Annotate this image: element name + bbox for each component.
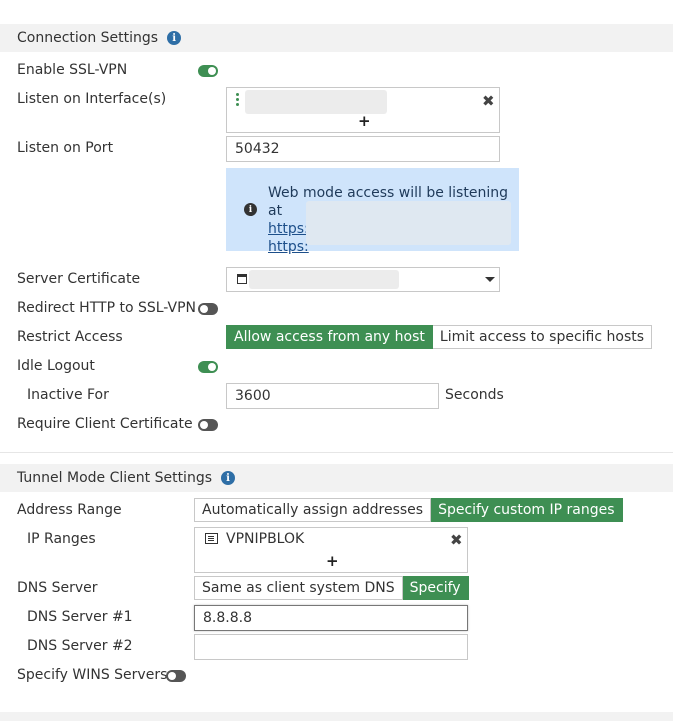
drag-handle-icon[interactable] xyxy=(236,93,240,107)
add-interface-plus-icon[interactable]: + xyxy=(358,114,371,129)
address-object-icon xyxy=(205,533,218,544)
ip-ranges-label: IP Ranges xyxy=(27,531,96,547)
idle-logout-toggle[interactable] xyxy=(198,361,218,373)
address-range-label: Address Range xyxy=(17,502,122,518)
auto-assign-option[interactable]: Automatically assign addresses xyxy=(194,498,432,522)
footer-divider xyxy=(0,712,673,721)
info-icon[interactable]: i xyxy=(167,31,182,45)
require-client-cert-label: Require Client Certificate xyxy=(17,416,193,432)
dns-server-label: DNS Server xyxy=(17,580,98,596)
require-client-cert-toggle[interactable] xyxy=(198,419,218,431)
specify-dns-option[interactable]: Specify xyxy=(402,576,469,600)
server-certificate-label: Server Certificate xyxy=(17,271,141,287)
chevron-down-icon[interactable] xyxy=(485,277,495,282)
allow-any-host-option[interactable]: Allow access from any host xyxy=(226,325,433,349)
tunnel-mode-header: Tunnel Mode Client Settings i xyxy=(0,464,673,492)
listen-port-label: Listen on Port xyxy=(17,140,114,156)
idle-logout-label: Idle Logout xyxy=(17,358,95,374)
section-title: Connection Settings xyxy=(17,30,159,46)
address-range-segmented[interactable]: Automatically assign addresses Specify c… xyxy=(194,498,623,522)
info-icon[interactable]: i xyxy=(221,471,235,485)
dns-server-segmented[interactable]: Same as client system DNS Specify xyxy=(194,576,469,600)
seconds-unit-label: Seconds xyxy=(445,387,504,403)
listen-port-value: 50432 xyxy=(235,141,280,157)
listen-port-input[interactable]: 50432 xyxy=(226,136,500,162)
same-as-client-dns-option[interactable]: Same as client system DNS xyxy=(194,576,403,600)
close-icon[interactable]: ✖ xyxy=(482,94,495,109)
enable-ssl-vpn-label: Enable SSL-VPN xyxy=(17,62,128,78)
section-title: Tunnel Mode Client Settings xyxy=(17,470,212,486)
ip-ranges-box[interactable]: VPNIPBLOK ✖ + xyxy=(194,527,468,573)
inactive-for-value: 3600 xyxy=(235,388,271,404)
redirect-http-toggle[interactable] xyxy=(198,303,218,315)
add-ip-range-plus-icon[interactable]: + xyxy=(326,554,339,569)
web-mode-info-box: i Web mode access will be listening at h… xyxy=(226,168,519,255)
restrict-access-label: Restrict Access xyxy=(17,329,123,345)
dns-server-2-label: DNS Server #2 xyxy=(27,638,133,654)
server-certificate-select[interactable] xyxy=(226,267,500,292)
listen-interfaces-box[interactable]: ✖ + xyxy=(226,87,500,133)
section-divider xyxy=(0,452,673,453)
info-icon: i xyxy=(244,203,257,216)
dns-server-1-label: DNS Server #1 xyxy=(27,609,133,625)
dns-server-1-value: 8.8.8.8 xyxy=(203,610,252,626)
listen-interfaces-label: Listen on Interface(s) xyxy=(17,91,167,107)
redacted-url xyxy=(306,201,511,245)
enable-ssl-vpn-toggle[interactable] xyxy=(198,65,218,77)
limit-specific-hosts-option[interactable]: Limit access to specific hosts xyxy=(432,325,653,349)
inactive-for-input[interactable]: 3600 xyxy=(226,383,439,409)
redacted-certificate xyxy=(249,270,399,289)
inactive-for-label: Inactive For xyxy=(27,387,109,403)
wins-servers-toggle[interactable] xyxy=(166,670,186,682)
restrict-access-segmented[interactable]: Allow access from any host Limit access … xyxy=(226,325,653,349)
redirect-http-label: Redirect HTTP to SSL-VPN xyxy=(17,300,197,316)
wins-servers-label: Specify WINS Servers xyxy=(17,667,168,683)
dns-server-2-input[interactable] xyxy=(194,634,468,660)
ip-range-item[interactable]: VPNIPBLOK xyxy=(226,531,304,547)
close-icon[interactable]: ✖ xyxy=(450,533,463,548)
connection-settings-header: Connection Settings i xyxy=(0,24,673,52)
dns-server-1-input[interactable]: 8.8.8.8 xyxy=(194,605,468,631)
certificate-icon xyxy=(237,274,247,284)
custom-ip-ranges-option[interactable]: Specify custom IP ranges xyxy=(431,498,623,522)
redacted-interface xyxy=(245,90,387,114)
